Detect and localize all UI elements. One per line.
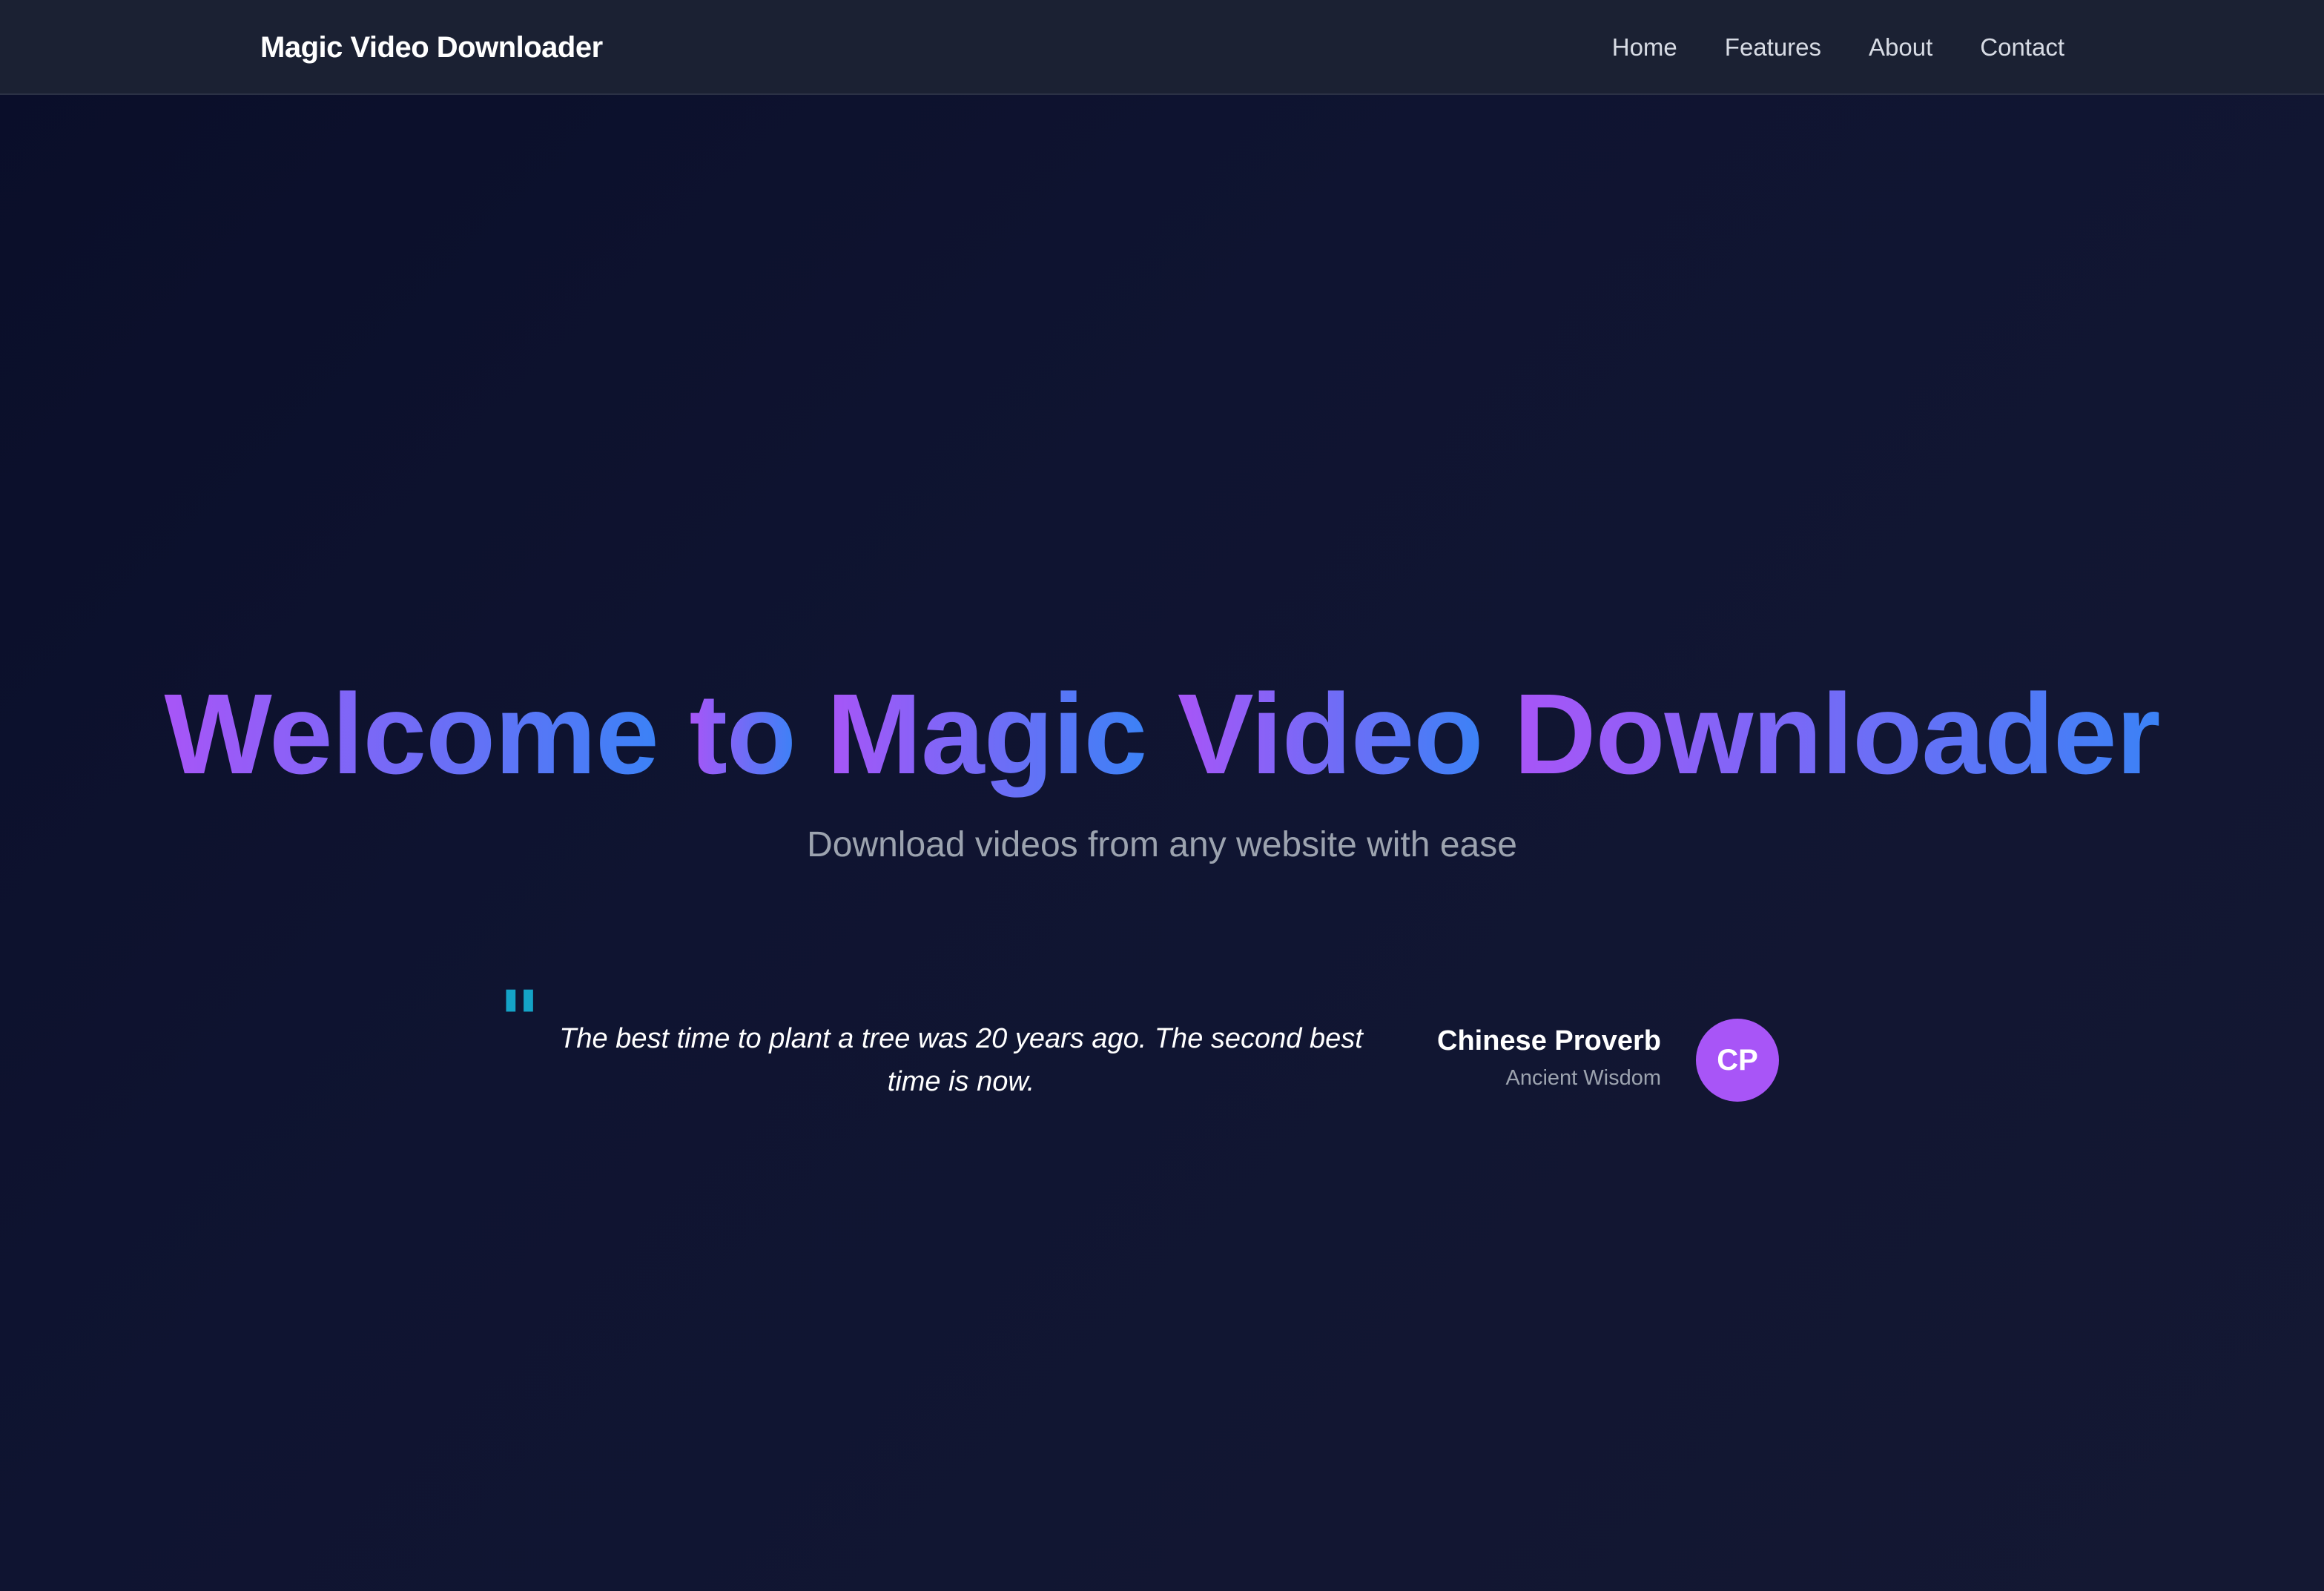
author-name: Chinese Proverb <box>1437 1025 1661 1056</box>
hero-title-word: Welcome <box>164 670 658 798</box>
hero-title-word: Video <box>1177 670 1484 798</box>
hero-title-word: to <box>689 670 796 798</box>
nav-links: Home Features About Contact <box>1612 0 2064 95</box>
avatar: CP <box>1696 1019 1779 1102</box>
author-role: Ancient Wisdom <box>1505 1066 1661 1090</box>
nav-link-features[interactable]: Features <box>1725 33 1821 62</box>
quote-icon: " <box>498 973 541 1068</box>
hero-title-word: Magic <box>826 670 1147 798</box>
hero-title: Welcome to Magic Video Downloader <box>0 667 2324 801</box>
hero-title-word: Downloader <box>1513 670 2160 798</box>
brand-logo[interactable]: Magic Video Downloader <box>260 0 603 95</box>
nav-link-contact[interactable]: Contact <box>1980 33 2064 62</box>
testimonial-author: Chinese Proverb Ancient Wisdom <box>1409 1022 1661 1096</box>
testimonial-quote: The best time to plant a tree was 20 yea… <box>559 1023 1363 1097</box>
navbar: Magic Video Downloader Home Features Abo… <box>0 0 2324 95</box>
hero-subtitle: Download videos from any website with ea… <box>807 825 1517 864</box>
nav-link-home[interactable]: Home <box>1612 33 1677 62</box>
nav-link-about[interactable]: About <box>1869 33 1932 62</box>
